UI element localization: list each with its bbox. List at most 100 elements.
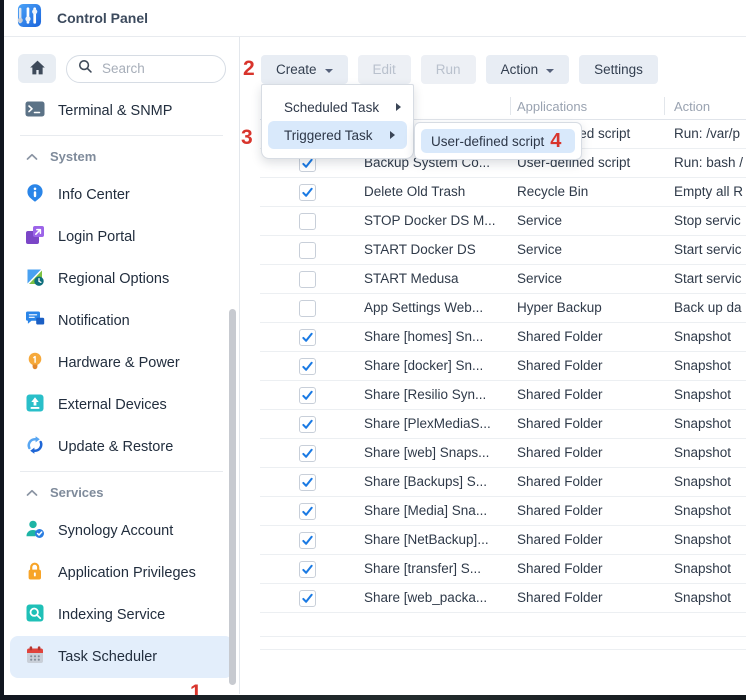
task-row[interactable]: Share [Backups] S... Shared Folder Snaps… [260, 468, 746, 497]
cell-action: Snapshot [674, 497, 746, 525]
login-portal-icon [25, 225, 45, 249]
sidebar-item-label: Login Portal [58, 229, 135, 245]
sidebar-item-info-center[interactable]: Info Center [10, 174, 233, 216]
run-button[interactable]: Run [421, 55, 476, 84]
cell-action: Snapshot [674, 410, 746, 438]
sidebar-item-label: Indexing Service [58, 607, 165, 623]
row-checkbox[interactable] [299, 300, 316, 317]
task-row[interactable]: Share [web_packa... Shared Folder Snapsh… [260, 584, 746, 613]
cell-action: Snapshot [674, 555, 746, 583]
row-checkbox[interactable] [299, 590, 316, 607]
control-panel-window: Control Panel [4, 0, 746, 695]
menu-item-triggered-task[interactable]: Triggered Task [268, 121, 407, 149]
titlebar: Control Panel [4, 0, 746, 37]
lightbulb-icon [25, 351, 45, 375]
task-row[interactable]: Share [docker] Sn... Shared Folder Snaps… [260, 352, 746, 381]
row-checkbox[interactable] [299, 184, 316, 201]
sidebar-item-update-restore[interactable]: Update & Restore [10, 426, 233, 468]
row-checkbox[interactable] [299, 387, 316, 404]
row-checkbox[interactable] [299, 213, 316, 230]
cell-task-name: Share [Resilio Syn... [364, 381, 511, 409]
sidebar-item-label: Application Privileges [58, 565, 196, 581]
home-icon [28, 58, 47, 80]
action-button[interactable]: Action [486, 55, 570, 84]
menu-item-scheduled-task[interactable]: Scheduled Task [262, 93, 413, 121]
header-action[interactable]: Action [674, 99, 710, 114]
cell-application: Recycle Bin [517, 178, 662, 206]
search-box[interactable] [66, 55, 226, 83]
row-checkbox[interactable] [299, 329, 316, 346]
task-row[interactable]: Share [Media] Sna... Shared Folder Snaps… [260, 497, 746, 526]
cell-application: Shared Folder [517, 323, 662, 351]
annotation-2: 2 [243, 58, 255, 79]
sidebar-item-external-devices[interactable]: External Devices [10, 384, 233, 426]
create-button[interactable]: Create [261, 55, 348, 84]
sidebar-section-services[interactable]: Services [4, 475, 239, 510]
cell-action: Snapshot [674, 323, 746, 351]
settings-button[interactable]: Settings [579, 55, 658, 84]
annotation-3: 3 [241, 127, 253, 148]
sidebar-section-system[interactable]: System [4, 139, 239, 174]
cell-task-name: START Medusa [364, 265, 511, 293]
sidebar-item-label: Info Center [58, 187, 130, 203]
home-button[interactable] [18, 54, 56, 83]
row-checkbox[interactable] [299, 242, 316, 259]
task-row[interactable]: Share [Resilio Syn... Shared Folder Snap… [260, 381, 746, 410]
sidebar-item-label: Hardware & Power [58, 355, 180, 371]
task-row[interactable]: START Docker DS Service Start servic [260, 236, 746, 265]
sidebar-scrollbar-thumb[interactable] [229, 309, 236, 685]
lock-icon [25, 561, 45, 585]
row-checkbox[interactable] [299, 416, 316, 433]
task-row[interactable]: STOP Docker DS M... Service Stop servic [260, 207, 746, 236]
user-check-icon [25, 519, 45, 543]
sidebar-item-regional-options[interactable]: Regional Options [10, 258, 233, 300]
task-row[interactable]: START Medusa Service Start servic [260, 265, 746, 294]
divider [20, 135, 223, 136]
cell-application: Service [517, 265, 662, 293]
task-row[interactable]: App Settings Web... Hyper Backup Back up… [260, 294, 746, 323]
cell-action: Snapshot [674, 439, 746, 467]
section-label: System [50, 149, 96, 164]
sidebar-item-terminal-snmp[interactable]: Terminal & SNMP [10, 90, 233, 132]
cell-task-name: Share [PlexMediaS... [364, 410, 511, 438]
sidebar-item-task-scheduler[interactable]: Task Scheduler [10, 636, 233, 678]
task-row[interactable]: Share [web] Snaps... Shared Folder Snaps… [260, 439, 746, 468]
search-input[interactable] [100, 60, 214, 77]
globe-clock-icon [25, 267, 45, 291]
row-checkbox[interactable] [299, 358, 316, 375]
sidebar-item-hardware-power[interactable]: Hardware & Power [10, 342, 233, 384]
menu-item-user-defined-script[interactable]: User-defined script 4 [421, 129, 575, 153]
cell-task-name: START Docker DS [364, 236, 511, 264]
sidebar-item-indexing-service[interactable]: Indexing Service [10, 594, 233, 636]
sidebar-item-synology-account[interactable]: Synology Account [10, 510, 233, 552]
magnifier-square-icon [25, 603, 45, 627]
cell-task-name: Delete Old Trash [364, 178, 511, 206]
task-row[interactable]: Share [PlexMediaS... Shared Folder Snaps… [260, 410, 746, 439]
task-row[interactable]: Delete Old Trash Recycle Bin Empty all R [260, 178, 746, 207]
row-checkbox[interactable] [299, 474, 316, 491]
edit-button[interactable]: Edit [358, 55, 411, 84]
task-row[interactable]: Share [homes] Sn... Shared Folder Snapsh… [260, 323, 746, 352]
page-title: Control Panel [57, 10, 148, 26]
row-checkbox[interactable] [299, 271, 316, 288]
cell-application: Shared Folder [517, 352, 662, 380]
column-separator [510, 97, 511, 115]
row-checkbox[interactable] [299, 561, 316, 578]
cell-task-name: Share [docker] Sn... [364, 352, 511, 380]
task-row[interactable]: Share [transfer] S... Shared Folder Snap… [260, 555, 746, 584]
sidebar-item-application-privileges[interactable]: Application Privileges [10, 552, 233, 594]
row-checkbox[interactable] [299, 445, 316, 462]
row-checkbox[interactable] [299, 532, 316, 549]
sidebar-item-login-portal[interactable]: Login Portal [10, 216, 233, 258]
row-checkbox[interactable] [299, 503, 316, 520]
sidebar-item-label: Update & Restore [58, 439, 173, 455]
cell-action: Snapshot [674, 381, 746, 409]
sidebar-item-label: Task Scheduler [58, 649, 157, 665]
header-applications[interactable]: Applications [517, 99, 587, 114]
sidebar-item-notification[interactable]: Notification [10, 300, 233, 342]
toolbar: Create Edit Run Action Settings [261, 55, 658, 84]
sidebar-nav: Terminal & SNMP System Info Center [4, 90, 239, 678]
task-row[interactable]: Share [NetBackup]... Shared Folder Snaps… [260, 526, 746, 555]
cell-task-name: Share [NetBackup]... [364, 526, 511, 554]
cell-application: Shared Folder [517, 439, 662, 467]
